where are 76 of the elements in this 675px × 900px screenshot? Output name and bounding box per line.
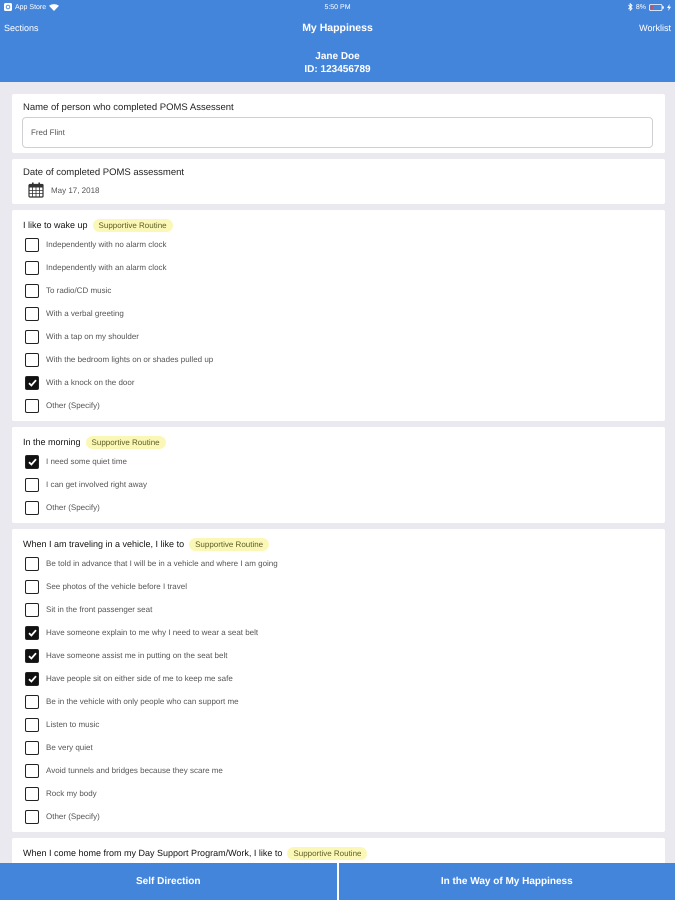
checkbox[interactable]	[25, 260, 39, 274]
battery-icon	[649, 4, 664, 10]
option-label: Have someone explain to me why I need to wear a seat belt	[46, 628, 258, 637]
check-icon	[28, 458, 36, 466]
checkbox[interactable]	[25, 764, 39, 778]
checkbox[interactable]	[25, 810, 39, 824]
charging-bolt-icon	[667, 4, 671, 10]
routine-tag: Supportive Routine	[92, 218, 173, 232]
checkbox[interactable]	[25, 580, 39, 594]
option-label: Rock my body	[46, 789, 97, 798]
option-label: Other (Specify)	[46, 812, 100, 821]
checkbox[interactable]	[25, 478, 39, 492]
option-label: With the bedroom lights on or shades pulled up	[46, 355, 214, 364]
option-label: Be in the vehicle with only people who can support me	[46, 697, 239, 706]
checkbox[interactable]	[25, 238, 39, 252]
option-label: Other (Specify)	[46, 503, 100, 512]
option-label: Other (Specify)	[46, 401, 100, 410]
option-label: Avoid tunnels and bridges because they scare me	[46, 766, 223, 775]
checkbox[interactable]	[25, 500, 39, 514]
option-label: I need some quiet time	[46, 457, 127, 466]
name-input-field[interactable]: Fred Flint	[22, 117, 653, 148]
sections-link[interactable]: Sections	[4, 23, 39, 33]
footer-tab-button[interactable]: Self Direction	[0, 863, 336, 900]
client-name: Jane Doe	[315, 50, 360, 63]
option-label: Independently with an alarm clock	[46, 263, 167, 272]
routine-tag: Supportive Routine	[189, 538, 270, 550]
client-id: ID: 123456789	[304, 63, 371, 76]
checkbox[interactable]	[25, 556, 39, 570]
date-value[interactable]: May 17, 2018	[51, 186, 100, 194]
field-label: Date of completed POMS assessment	[23, 166, 186, 180]
question-heading: When I am traveling in a vehicle, I like to	[23, 539, 184, 549]
footer-tab-button[interactable]: In the Way of My Happiness	[336, 863, 675, 900]
calendar-icon[interactable]	[28, 182, 44, 198]
checkbox[interactable]	[25, 740, 39, 754]
checkbox[interactable]	[25, 648, 39, 662]
checkbox[interactable]	[25, 786, 39, 800]
question-heading: I like to wake up	[23, 220, 88, 230]
option-label: Listen to music	[46, 720, 100, 729]
checkbox[interactable]	[25, 626, 39, 640]
option-label: Sit in the front passenger seat	[46, 605, 152, 614]
checkbox[interactable]	[25, 352, 39, 366]
check-icon	[28, 674, 36, 682]
option-label: Have someone assist me in putting on the seat belt	[46, 651, 228, 660]
option-label: With a verbal greeting	[46, 309, 124, 318]
bluetooth-icon	[628, 3, 633, 11]
option-label: Be very quiet	[46, 743, 93, 752]
option-label: Have people sit on either side of me to keep me safe	[46, 674, 233, 683]
option-label: Be told in advance that I will be in a vehicle and where I am going	[46, 559, 278, 568]
checkbox[interactable]	[25, 694, 39, 708]
checkbox[interactable]	[25, 306, 39, 320]
option-label: Independently with no alarm clock	[46, 240, 167, 249]
question-heading: In the morning	[23, 437, 81, 447]
check-icon	[28, 628, 36, 636]
routine-tag: Supportive Routine	[287, 846, 368, 860]
check-icon	[28, 652, 36, 660]
option-label: See photos of the vehicle before I travel	[46, 582, 187, 591]
checkbox[interactable]	[25, 602, 39, 616]
wifi-icon	[49, 4, 60, 10]
option-label: To radio/CD music	[46, 286, 112, 295]
routine-tag: Supportive Routine	[86, 436, 166, 448]
option-label: With a knock on the door	[46, 378, 134, 387]
checkbox[interactable]	[25, 454, 39, 468]
option-label: With a tap on my shoulder	[46, 332, 139, 341]
checkbox[interactable]	[25, 284, 39, 298]
app-icon	[4, 3, 12, 11]
checkbox[interactable]	[25, 718, 39, 732]
checkbox[interactable]	[25, 672, 39, 686]
check-icon	[28, 378, 36, 386]
page-title: My Happiness	[302, 22, 373, 34]
worklist-link[interactable]: Worklist	[639, 23, 671, 33]
option-label: I can get involved right away	[46, 480, 147, 489]
checkbox[interactable]	[25, 398, 39, 412]
question-heading: When I come home from my Day Support Program/Work, I like to	[23, 848, 282, 858]
checkbox[interactable]	[25, 376, 39, 390]
checkbox[interactable]	[25, 330, 39, 344]
field-label: Name of person who completed POMS Assessent	[23, 101, 235, 115]
